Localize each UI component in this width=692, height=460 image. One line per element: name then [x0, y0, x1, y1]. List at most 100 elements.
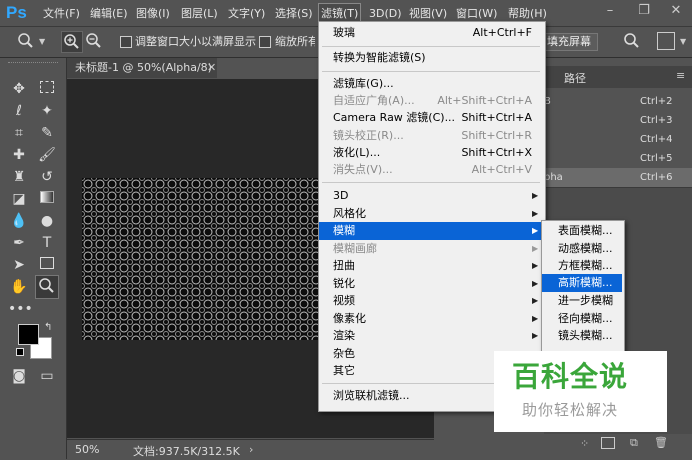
hand-tool-icon[interactable]: ✋ [8, 276, 30, 298]
menu-edit[interactable]: 编辑(E) [88, 5, 130, 22]
menu-item-camera-raw[interactable]: Camera Raw 滤镜(C)... [333, 109, 455, 127]
channel-row[interactable]: B Ctrl+2 [544, 92, 692, 111]
menu-item-render[interactable]: 渲染 [333, 327, 355, 345]
menu-help[interactable]: 帮助(H) [506, 5, 549, 22]
menu-filter[interactable]: 滤镜(T) [318, 3, 362, 22]
menu-layer[interactable]: 图层(L) [179, 5, 220, 22]
menu-item-other[interactable]: 其它 [333, 362, 355, 380]
submenu-arrow-icon: ▶ [532, 279, 539, 288]
path-selection-tool-icon[interactable]: ➤ [8, 254, 30, 276]
menu-item-stylize[interactable]: 风格化 [333, 205, 366, 223]
menu-view[interactable]: 视图(V) [407, 5, 449, 22]
restore-icon[interactable]: ❐ [637, 4, 651, 18]
menu-item-browse-online-filters[interactable]: 浏览联机滤镜... [333, 387, 410, 405]
marquee-tool-icon[interactable] [36, 78, 58, 100]
type-tool-icon[interactable]: T [36, 232, 58, 254]
dodge-tool-icon[interactable]: ● [36, 210, 58, 232]
tab-paths[interactable]: 路径 [564, 70, 586, 86]
zoom-in-icon[interactable] [61, 31, 83, 53]
channel-row[interactable]: Ctrl+3 [544, 111, 692, 130]
resize-windows-checkbox[interactable] [120, 36, 132, 48]
submenu-item-gaussian-blur[interactable]: 高斯模糊... [558, 274, 613, 292]
gradient-tool-icon[interactable] [36, 188, 58, 210]
menu-item-blur[interactable]: 模糊 [333, 222, 355, 240]
submenu-item-box-blur[interactable]: 方框模糊... [558, 257, 613, 275]
delete-channel-icon[interactable]: 🗑 [654, 436, 668, 449]
history-brush-tool-icon[interactable]: ↺ [36, 166, 58, 188]
magic-wand-tool-icon[interactable]: ✦ [36, 100, 58, 122]
submenu-arrow-icon: ▶ [532, 226, 539, 235]
menu-select[interactable]: 选择(S) [273, 5, 315, 22]
submenu-item-lens-blur[interactable]: 镜头模糊... [558, 327, 613, 345]
menu-item-lens-correction[interactable]: 镜头校正(R)... [333, 127, 404, 145]
document-tab[interactable]: 未标题-1 @ 50%(Alpha/8) * ✕ [67, 58, 217, 94]
eraser-tool-icon[interactable]: ◪ [8, 188, 30, 210]
quick-mask-icon[interactable]: ◙ [8, 365, 30, 387]
clone-stamp-tool-icon[interactable]: ♜ [8, 166, 30, 188]
healing-brush-tool-icon[interactable]: ✚ [8, 144, 30, 166]
menu-item-vanishing-point[interactable]: 消失点(V)... [333, 161, 393, 179]
save-selection-icon[interactable] [601, 437, 615, 449]
menu-item-noise[interactable]: 杂色 [333, 345, 355, 363]
menu-item-3d[interactable]: 3D [333, 187, 348, 205]
menu-item-pixelate[interactable]: 像素化 [333, 310, 366, 328]
watermark: 百科全说 助你轻松解决 [494, 351, 667, 432]
menu-item-liquify[interactable]: 液化(L)... [333, 144, 380, 162]
more-tools-icon[interactable]: ••• [8, 298, 33, 320]
menu-item-blur-gallery[interactable]: 模糊画廊 [333, 240, 377, 258]
menu-3d[interactable]: 3D(D) [367, 5, 404, 22]
toolbar-grip[interactable] [8, 62, 58, 67]
close-tab-icon[interactable]: ✕ [207, 58, 216, 78]
chevron-down-icon[interactable]: ▼ [39, 37, 45, 46]
workspace-chevron-icon[interactable]: ▼ [680, 37, 686, 46]
submenu-item-blur-more[interactable]: 进一步模糊 [558, 292, 613, 310]
menu-image[interactable]: 图像(I) [134, 5, 172, 22]
submenu-item-motion-blur[interactable]: 动感模糊... [558, 240, 613, 258]
new-channel-icon[interactable]: ⧉ [630, 436, 638, 450]
zoom-tool-icon[interactable] [35, 275, 59, 299]
move-tool-icon[interactable]: ✥ [8, 78, 30, 100]
crop-tool-icon[interactable]: ⌗ [8, 122, 30, 144]
zoom-all-checkbox[interactable] [259, 36, 271, 48]
search-icon[interactable] [622, 31, 642, 51]
swap-colors-icon[interactable]: ↰ [44, 322, 52, 333]
screen-mode-icon[interactable]: ▭ [36, 365, 58, 387]
channel-row[interactable]: Ctrl+4 [544, 130, 692, 149]
zoom-level[interactable]: 50% [75, 443, 99, 456]
menu-window[interactable]: 窗口(W) [454, 5, 499, 22]
load-selection-icon[interactable]: ⁘ [580, 437, 589, 450]
zoom-out-icon[interactable] [84, 31, 104, 51]
channel-row-selected[interactable]: pha Ctrl+6 [544, 168, 692, 187]
rectangle-tool-icon[interactable] [36, 254, 58, 276]
submenu-arrow-icon: ▶ [532, 331, 539, 340]
menu-file[interactable]: 文件(F) [41, 5, 82, 22]
menu-item-glass[interactable]: 玻璃 [333, 24, 355, 42]
minimize-icon[interactable]: – [603, 4, 617, 18]
panel-menu-icon[interactable]: ≡ [676, 69, 685, 82]
submenu-arrow-icon: ▶ [532, 209, 539, 218]
menu-item-distort[interactable]: 扭曲 [333, 257, 355, 275]
close-icon[interactable]: ✕ [669, 4, 683, 18]
menu-separator [322, 71, 540, 72]
lasso-tool-icon[interactable]: ℓ [8, 100, 30, 122]
status-arrow-icon[interactable]: › [249, 443, 253, 456]
eyedropper-tool-icon[interactable]: ✎ [36, 122, 58, 144]
menu-type[interactable]: 文字(Y) [226, 5, 267, 22]
workspace-icon[interactable] [657, 32, 675, 50]
pen-tool-icon[interactable]: ✒ [8, 232, 30, 254]
submenu-item-radial-blur[interactable]: 径向模糊... [558, 310, 613, 328]
menu-item-filter-gallery[interactable]: 滤镜库(G)... [333, 75, 394, 93]
zoom-tool-preset-icon[interactable] [16, 31, 36, 51]
fill-screen-button[interactable]: 填充屏幕 [540, 33, 598, 51]
submenu-arrow-icon: ▶ [532, 191, 539, 200]
menu-item-adaptive-wide-angle[interactable]: 自适应广角(A)... [333, 92, 415, 110]
channel-row[interactable]: Ctrl+5 [544, 149, 692, 168]
menu-item-sharpen[interactable]: 锐化 [333, 275, 355, 293]
default-colors-icon[interactable] [16, 348, 24, 356]
brush-tool-icon[interactable]: 🖌 [36, 144, 58, 166]
menu-item-convert-smart-filter[interactable]: 转换为智能滤镜(S) [333, 49, 426, 67]
shortcut-lens-correction: Shift+Ctrl+R [461, 129, 532, 142]
submenu-item-surface-blur[interactable]: 表面模糊... [558, 222, 613, 240]
blur-tool-icon[interactable]: 💧 [8, 210, 30, 232]
menu-item-video[interactable]: 视频 [333, 292, 355, 310]
